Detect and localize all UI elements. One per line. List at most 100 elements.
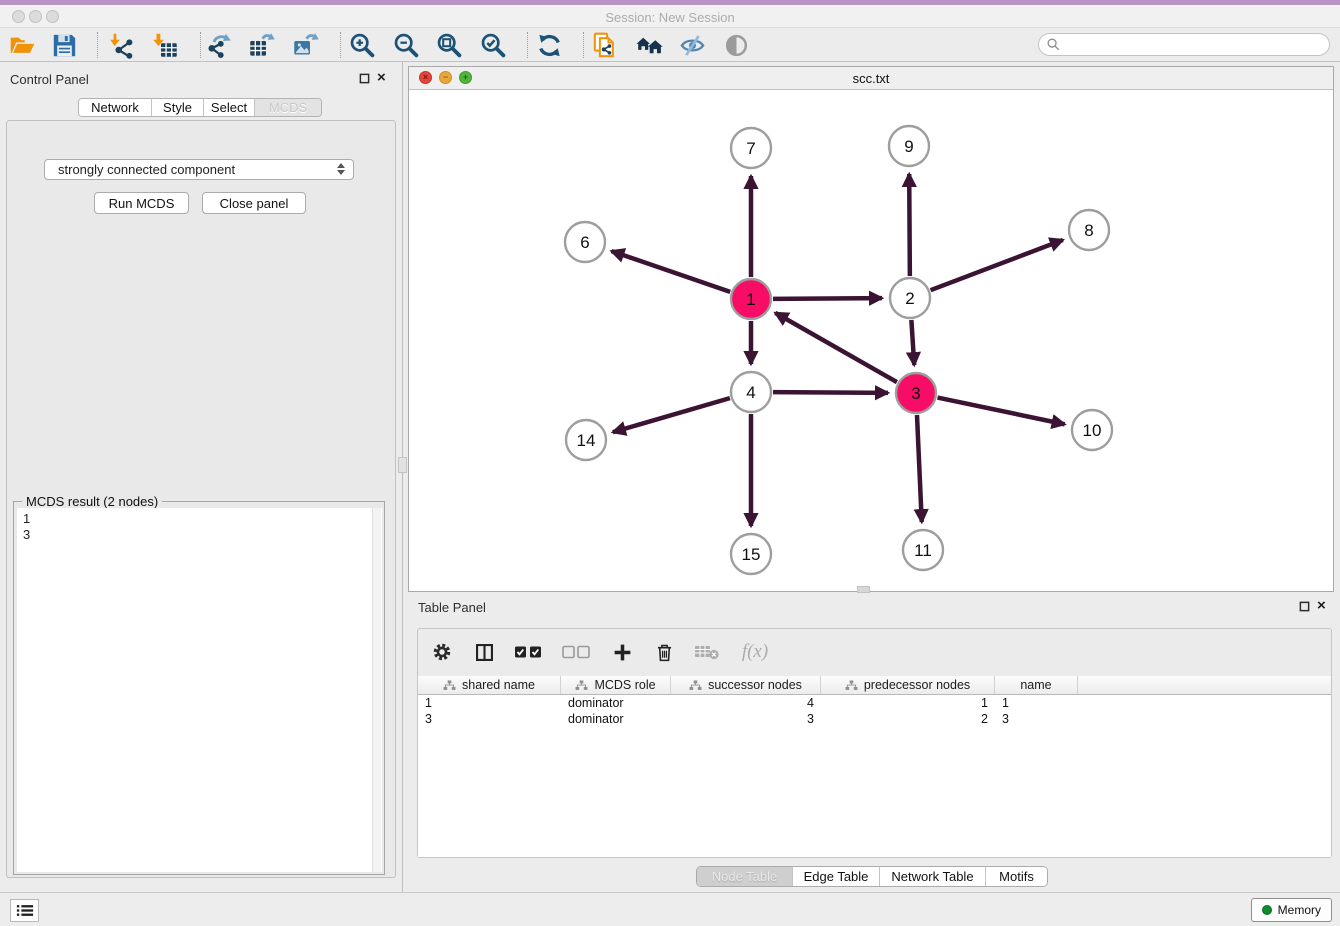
memory-button[interactable]: Memory — [1251, 898, 1332, 922]
tab-node-table[interactable]: Node Table — [697, 867, 793, 886]
graph-node-9[interactable]: 9 — [889, 126, 929, 166]
mcds-result-list[interactable]: 1 3 — [17, 508, 382, 872]
graph-edge-1-6[interactable] — [611, 251, 730, 292]
show-columns-button[interactable] — [470, 639, 498, 665]
export-image-button[interactable] — [288, 31, 322, 59]
open-folder-icon — [9, 32, 36, 59]
table-panel-tabs: Node Table Edge Table Network Table Moti… — [696, 866, 1048, 887]
zoom-fit-button[interactable] — [432, 31, 466, 59]
function-builder-button[interactable]: f(x) — [736, 639, 774, 665]
toolbar-search[interactable] — [1038, 33, 1330, 56]
unchecked-boxes-icon — [562, 644, 592, 660]
graph-edge-2-9[interactable] — [909, 174, 910, 276]
optimization-criterion-select[interactable]: strongly connected component — [44, 159, 354, 180]
graph-edge-3-11[interactable] — [917, 415, 922, 522]
graph-node-3[interactable]: 3 — [896, 373, 936, 413]
close-panel-icon[interactable]: × — [377, 72, 386, 84]
clone-network-icon — [592, 32, 619, 59]
network-canvas[interactable]: 7 9 6 8 1 2 4 3 14 10 15 11 — [409, 90, 1333, 591]
graph-node-8[interactable]: 8 — [1069, 210, 1109, 250]
tab-network[interactable]: Network — [79, 99, 152, 116]
close-table-panel-icon[interactable]: × — [1317, 600, 1326, 612]
zoom-out-button[interactable] — [389, 31, 423, 59]
svg-text:8: 8 — [1084, 221, 1093, 240]
graph-node-11[interactable]: 11 — [903, 530, 943, 570]
graph-node-6[interactable]: 6 — [565, 222, 605, 262]
graph-edge-2-3[interactable] — [911, 320, 914, 365]
result-scrollbar[interactable] — [372, 508, 381, 872]
graph-node-7[interactable]: 7 — [731, 128, 771, 168]
table-settings-button[interactable] — [428, 639, 456, 665]
tab-mcds[interactable]: MCDS — [255, 99, 321, 116]
tab-select[interactable]: Select — [204, 99, 255, 116]
close-panel-button[interactable]: Close panel — [202, 192, 306, 214]
graph-node-15[interactable]: 15 — [731, 534, 771, 574]
export-table-button[interactable] — [244, 31, 278, 59]
delete-column-button[interactable] — [650, 639, 678, 665]
save-session-button[interactable] — [47, 31, 81, 59]
show-hide-style-button[interactable] — [675, 31, 709, 59]
graph-edge-2-8[interactable] — [931, 240, 1063, 290]
cell-predecessor-nodes: 2 — [821, 711, 995, 727]
first-neighbors-button[interactable] — [632, 31, 666, 59]
table-toolbar: f(x) — [418, 629, 1331, 675]
column-header-predecessor-nodes[interactable]: predecessor nodes — [821, 676, 995, 694]
task-history-button[interactable] — [10, 899, 39, 922]
graph-edge-3-10[interactable] — [938, 398, 1065, 425]
float-table-panel-icon[interactable] — [1299, 601, 1310, 612]
graph-node-10[interactable]: 10 — [1072, 410, 1112, 450]
graph-edge-4-3[interactable] — [773, 392, 888, 393]
table-row[interactable]: 1 dominator 4 1 1 — [418, 695, 1331, 711]
run-mcds-button[interactable]: Run MCDS — [94, 192, 189, 214]
apply-layout-button[interactable] — [532, 31, 566, 59]
hierarchy-icon — [845, 680, 858, 691]
float-panel-icon[interactable] — [359, 73, 370, 84]
column-header-name[interactable]: name — [995, 676, 1078, 694]
graph-node-14[interactable]: 14 — [566, 420, 606, 460]
zoom-in-button[interactable] — [345, 31, 379, 59]
cell-successor-nodes: 4 — [671, 695, 821, 711]
clone-network-button[interactable] — [588, 31, 622, 59]
column-header-mcds-role[interactable]: MCDS role — [561, 676, 671, 694]
import-network-button[interactable] — [104, 31, 138, 59]
delete-table-icon — [694, 643, 720, 661]
create-column-button[interactable] — [608, 639, 636, 665]
save-icon — [51, 32, 78, 59]
graph-edge-4-14[interactable] — [613, 398, 730, 432]
tab-network-table[interactable]: Network Table — [880, 867, 986, 886]
home-icon — [636, 32, 663, 59]
window-title: Session: New Session — [0, 10, 1340, 25]
svg-text:1: 1 — [746, 290, 755, 309]
network-view-window: × − + scc.txt 7968124314101511 — [408, 66, 1334, 592]
control-panel-title: Control Panel — [10, 72, 89, 87]
show-style-icon — [679, 32, 706, 59]
toolbar-separator — [97, 32, 98, 58]
tab-style[interactable]: Style — [152, 99, 204, 116]
column-header-successor-nodes[interactable]: successor nodes — [671, 676, 821, 694]
open-session-button[interactable] — [5, 31, 39, 59]
hide-panel-button[interactable] — [719, 31, 753, 59]
delete-table-button[interactable] — [692, 639, 722, 665]
zoom-out-icon — [393, 32, 420, 59]
graph-edge-3-1[interactable] — [775, 313, 897, 382]
table-row[interactable]: 3 dominator 3 2 3 — [418, 711, 1331, 727]
svg-text:7: 7 — [746, 139, 755, 158]
graph-node-2[interactable]: 2 — [890, 278, 930, 318]
zoom-selected-button[interactable] — [476, 31, 510, 59]
graph-edge-1-2[interactable] — [773, 298, 882, 299]
tab-motifs[interactable]: Motifs — [986, 867, 1047, 886]
deselect-all-button[interactable] — [560, 639, 594, 665]
tab-edge-table[interactable]: Edge Table — [793, 867, 880, 886]
select-all-button[interactable] — [512, 639, 546, 665]
column-header-shared-name[interactable]: shared name — [418, 676, 561, 694]
graph-node-1[interactable]: 1 — [731, 279, 771, 319]
export-network-button[interactable] — [201, 31, 235, 59]
panel-divider[interactable] — [402, 62, 403, 892]
network-window-title: scc.txt — [409, 71, 1333, 86]
search-input[interactable] — [1065, 38, 1329, 52]
graph-node-4[interactable]: 4 — [731, 372, 771, 412]
window-resize-grip[interactable] — [857, 586, 870, 593]
table-panel-body: f(x) shared name MCDS role successor nod… — [417, 628, 1332, 858]
divider-grip[interactable] — [398, 457, 407, 473]
import-table-button[interactable] — [148, 31, 182, 59]
